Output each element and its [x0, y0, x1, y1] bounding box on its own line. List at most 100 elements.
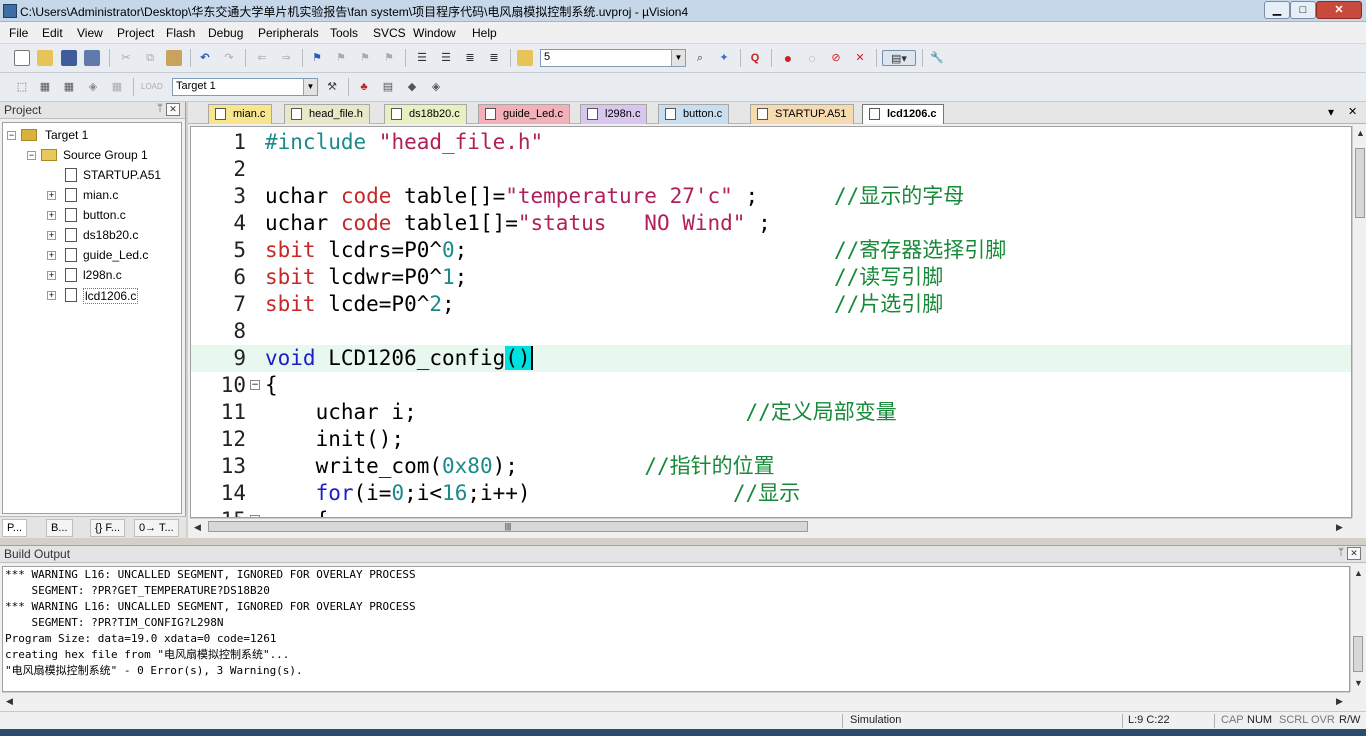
paste-icon[interactable]	[166, 50, 182, 66]
target-options-icon[interactable]: ⚒	[324, 79, 340, 95]
uncomment-icon[interactable]: ≣	[486, 50, 502, 66]
open-file-icon[interactable]	[37, 50, 53, 66]
tab-project[interactable]: P...	[2, 519, 28, 537]
code-line[interactable]: 5 sbit lcdrs=P0^0; //寄存器选择引脚	[191, 237, 1351, 264]
code-editor[interactable]: 1 #include "head_file.h" 2 3 uchar code tabl…	[190, 126, 1352, 518]
code-line[interactable]: 14 for(i=0;i<16;i++) //显示	[191, 480, 1351, 507]
build-output-horizontal-scrollbar[interactable]: ◀ ▶	[2, 692, 1350, 708]
navigate-back-icon[interactable]: ⇐	[254, 50, 270, 66]
scroll-left-icon[interactable]: ◀	[6, 696, 13, 707]
menu-debug[interactable]: Debug	[208, 26, 243, 40]
navigate-forward-icon[interactable]: ⇒	[278, 50, 294, 66]
incremental-find-icon[interactable]: ✦	[716, 50, 732, 66]
bookmark-toggle-icon[interactable]: ⚑	[309, 50, 325, 66]
file-tab[interactable]: STARTUP.A51	[750, 104, 854, 124]
scrollbar-thumb[interactable]	[1355, 148, 1365, 218]
stop-build-icon[interactable]: ▦	[109, 79, 125, 95]
close-window-button[interactable]: ✕	[1316, 1, 1362, 19]
pin-icon[interactable]: ᛘ	[1338, 547, 1344, 558]
rebuild-icon[interactable]: ▦	[61, 79, 77, 95]
bookmark-prev-icon[interactable]: ⚑	[333, 50, 349, 66]
code-line-current[interactable]: 9 void LCD1206_config()	[191, 345, 1351, 372]
scroll-up-icon[interactable]: ▲	[1354, 568, 1363, 578]
menu-project[interactable]: Project	[117, 26, 154, 40]
file-tab[interactable]: head_file.h	[284, 104, 370, 124]
code-line[interactable]: 13 write_com(0x80); //指针的位置	[191, 453, 1351, 480]
close-panel-icon[interactable]: ✕	[166, 103, 180, 116]
code-line[interactable]: 1 #include "head_file.h"	[191, 129, 1351, 156]
chevron-down-icon[interactable]: ▼	[671, 50, 685, 66]
code-line[interactable]: 4 uchar code table1[]="status NO Wind" ;	[191, 210, 1351, 237]
expand-icon[interactable]: +	[47, 251, 56, 260]
menu-tools[interactable]: Tools	[330, 26, 358, 40]
file-tab[interactable]: l298n.c	[580, 104, 648, 124]
pin-icon[interactable]: ᛘ	[157, 103, 163, 114]
code-line[interactable]: 10−{	[191, 372, 1351, 399]
minimize-button[interactable]: ▁	[1264, 1, 1290, 19]
manage-components-icon[interactable]: ▤	[380, 79, 396, 95]
unindent-icon[interactable]: ☰	[438, 50, 454, 66]
enable-breakpoint-icon[interactable]: ○	[804, 50, 820, 66]
find-combobox[interactable]: 5 ▼	[540, 49, 686, 67]
expand-icon[interactable]: +	[47, 231, 56, 240]
bookmark-next-icon[interactable]: ⚑	[357, 50, 373, 66]
select-packs-icon[interactable]: ◆	[404, 79, 420, 95]
chevron-down-icon[interactable]: ▼	[303, 79, 317, 95]
maximize-button[interactable]: □	[1290, 1, 1316, 19]
tab-list-dropdown-icon[interactable]: ▾	[1328, 105, 1334, 119]
expand-icon[interactable]: +	[47, 191, 56, 200]
build-icon[interactable]: ▦	[37, 79, 53, 95]
batch-build-icon[interactable]: ◈	[85, 79, 101, 95]
menu-edit[interactable]: Edit	[42, 26, 63, 40]
close-tab-icon[interactable]: ✕	[1348, 105, 1357, 118]
menu-help[interactable]: Help	[472, 26, 497, 40]
build-output-text[interactable]: *** WARNING L16: UNCALLED SEGMENT, IGNOR…	[2, 566, 1350, 692]
undo-icon[interactable]: ↶	[197, 50, 213, 66]
scroll-right-icon[interactable]: ▶	[1336, 522, 1343, 533]
expand-icon[interactable]: +	[47, 211, 56, 220]
scroll-right-icon[interactable]: ▶	[1336, 696, 1343, 707]
save-icon[interactable]	[61, 50, 77, 66]
download-icon[interactable]: LOAD	[141, 79, 163, 95]
scroll-left-icon[interactable]: ◀	[194, 522, 201, 533]
menu-peripherals[interactable]: Peripherals	[258, 26, 319, 40]
expand-icon[interactable]: +	[47, 291, 56, 300]
code-line[interactable]: 7 sbit lcde=P0^2; //片选引脚	[191, 291, 1351, 318]
code-line[interactable]: 2	[191, 156, 1351, 183]
scroll-up-icon[interactable]: ▲	[1356, 128, 1365, 138]
comment-icon[interactable]: ≣	[462, 50, 478, 66]
code-line[interactable]: 12 init();	[191, 426, 1351, 453]
menu-window[interactable]: Window	[413, 26, 456, 40]
menu-flash[interactable]: Flash	[166, 26, 195, 40]
find-in-files-icon[interactable]	[517, 50, 533, 66]
find-icon[interactable]: ⌕	[692, 50, 708, 66]
fold-toggle-icon[interactable]: −	[250, 380, 260, 390]
insert-breakpoint-icon[interactable]: ●	[780, 50, 796, 66]
expand-icon[interactable]: +	[47, 271, 56, 280]
tab-templates[interactable]: 0→ T...	[134, 519, 179, 537]
menu-file[interactable]: File	[9, 26, 28, 40]
code-line[interactable]: 3 uchar code table[]="temperature 27'c" ;…	[191, 183, 1351, 210]
file-tab[interactable]: ds18b20.c	[384, 104, 467, 124]
file-extensions-icon[interactable]: ♣	[356, 79, 372, 95]
kill-all-breakpoints-icon[interactable]: ✕	[852, 50, 868, 66]
scrollbar-thumb[interactable]: |||	[208, 521, 808, 532]
indent-icon[interactable]: ☰	[414, 50, 430, 66]
configure-icon[interactable]: 🔧	[929, 50, 945, 66]
code-line[interactable]: 6 sbit lcdwr=P0^1; //读写引脚	[191, 264, 1351, 291]
new-file-icon[interactable]	[14, 50, 30, 66]
disable-all-breakpoints-icon[interactable]: ⊘	[828, 50, 844, 66]
file-tab[interactable]: mian.c	[208, 104, 273, 124]
menu-view[interactable]: View	[77, 26, 103, 40]
tab-books[interactable]: B...	[46, 519, 73, 537]
translate-icon[interactable]: ⬚	[14, 79, 30, 95]
scrollbar-thumb[interactable]	[1353, 636, 1363, 672]
manage-runtime-icon[interactable]: ◈	[428, 79, 444, 95]
editor-vertical-scrollbar[interactable]: ▲	[1352, 126, 1366, 518]
code-line[interactable]: 11 uchar i; //定义局部变量	[191, 399, 1351, 426]
editor-horizontal-scrollbar[interactable]: ◀ ||| ▶	[190, 518, 1352, 534]
build-output-vertical-scrollbar[interactable]: ▲ ▼	[1350, 566, 1364, 692]
collapse-icon[interactable]: −	[27, 151, 36, 160]
close-panel-icon[interactable]: ✕	[1347, 547, 1361, 560]
debug-session-icon[interactable]: Q	[747, 50, 763, 66]
